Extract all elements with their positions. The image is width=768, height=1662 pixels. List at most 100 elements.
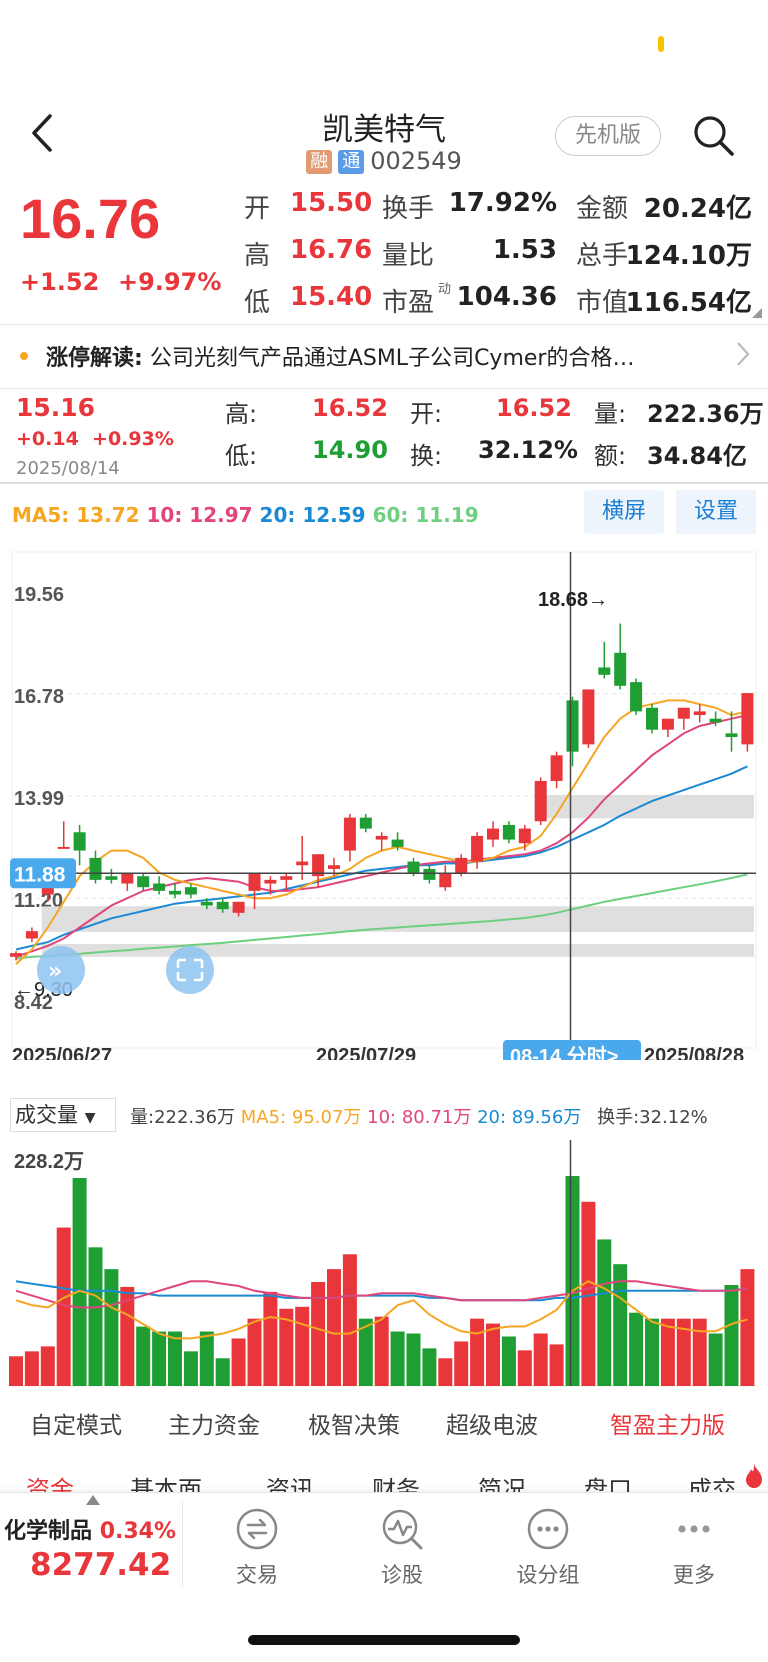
divider [182,1501,183,1587]
candle-body [725,733,738,738]
y-axis-label: 13.99 [14,788,64,810]
candle-body [169,890,181,895]
candle-body [534,780,547,822]
sector-info[interactable]: 化学制品 0.34% [4,1513,176,1545]
nav-group[interactable]: 设分组 [498,1507,598,1589]
candle-body [423,868,436,880]
candle-body [646,707,658,730]
volume-bar [88,1247,103,1386]
nav-diagnose[interactable]: 诊股 [352,1507,452,1589]
candle-body [661,718,674,730]
fullscreen-button [166,946,214,994]
search-icon[interactable] [690,112,736,158]
volume-bar [215,1358,230,1386]
diagnose-icon [380,1507,424,1551]
version-button[interactable]: 先机版 [555,116,661,156]
y-axis-label: 19.56 [14,584,64,606]
mode-zhiying[interactable]: 智盈主力版 [610,1406,725,1440]
volume-bar [327,1269,341,1386]
volume-bar [692,1318,707,1386]
candle-body [184,887,197,895]
candle-body [57,846,70,849]
candle-body [232,901,245,913]
volume-bar [40,1346,55,1386]
candle-body [41,887,54,895]
landscape-button[interactable]: 横屏 [584,490,664,534]
mode-super-wave[interactable]: 超级电波 [446,1406,538,1440]
candle-body [264,879,277,884]
double-chevron-icon: » [48,959,62,984]
price-change-pct: +9.97% [118,268,222,296]
candlestick-chart[interactable]: 19.5616.7813.9911.208.4211.8818.68→←9.30… [0,540,768,1060]
mode-main-funds[interactable]: 主力资金 [168,1406,260,1440]
crosshair-value: 11.88 [14,863,66,886]
trade-icon [235,1507,279,1551]
volume-bar [629,1312,644,1386]
candle-body [471,835,484,862]
volume-bar [9,1356,23,1386]
day-date: 2025/08/14 [16,458,120,479]
margin-tag: 融 [306,150,333,174]
volume-bar [438,1358,453,1386]
date-label: 2025/06/27 [12,1045,112,1060]
candle-body [296,861,309,866]
day-low-label: 低: [225,442,258,470]
last-price: 16.76 [20,187,161,250]
volume-bar [342,1254,357,1386]
more-circle-icon [526,1507,570,1551]
indicator-selector[interactable]: 成交量 ▼ [10,1098,116,1132]
divider [0,324,768,325]
volume-bar [168,1331,182,1386]
volume-bar [565,1176,580,1386]
candle-body [455,857,468,873]
settings-button[interactable]: 设置 [676,490,756,534]
day-vol-label: 量: [594,400,627,428]
quote-label: 市盈 [382,288,435,318]
day-open: 16.52 [496,394,572,422]
candle-body [614,652,627,686]
support-band [534,794,754,819]
candle-body [598,667,611,675]
expand-corner-icon[interactable] [752,308,762,318]
mode-smart-decision[interactable]: 极智决策 [308,1406,400,1440]
volume-bar [136,1326,151,1386]
quote-value: 15.40 [290,282,373,312]
day-open-label: 开: [410,400,443,428]
candle-body [105,876,118,880]
connect-tag: 通 [338,150,365,174]
limit-up-label: 涨停解读: [46,346,143,371]
day-amt-label: 额: [594,442,627,470]
volume-bar [72,1178,87,1386]
nav-trade[interactable]: 交易 [207,1507,307,1589]
volume-max-label: 228.2万 [14,1151,84,1173]
candle-body [137,876,150,888]
volume-bar [454,1341,469,1386]
candle-body [566,700,579,752]
candle-body [582,689,595,745]
mode-custom[interactable]: 自定模式 [30,1406,122,1440]
volume-bar [263,1291,278,1386]
candle-body [502,824,515,840]
candle-body [359,817,372,829]
volume-bar [724,1284,739,1386]
quote-label: 量比 [382,241,435,271]
candle-body [280,876,293,880]
day-low: 14.90 [312,436,388,464]
volume-chart[interactable]: 228.2万 [0,1140,768,1390]
candle-body [375,835,388,840]
support-band [41,943,755,957]
quote-value: 20.24亿 [643,194,752,224]
candle-body [200,901,213,906]
nav-more[interactable]: 更多 [644,1507,744,1589]
volume-legend: 量:222.36万 MA5: 95.07万 10: 80.71万 20: 89.… [130,1107,708,1128]
candle-body [487,828,499,840]
quote-label: 金额 [576,194,629,224]
y-axis-label: 16.78 [14,686,64,708]
candle-body [741,693,754,745]
candle-body [439,872,452,888]
volume-bar [374,1316,389,1386]
quote-value: 17.92% [448,188,557,218]
volume-bar [183,1351,198,1386]
quote-label: 总手 [576,241,629,271]
date-label: 2025/07/29 [316,1045,416,1060]
